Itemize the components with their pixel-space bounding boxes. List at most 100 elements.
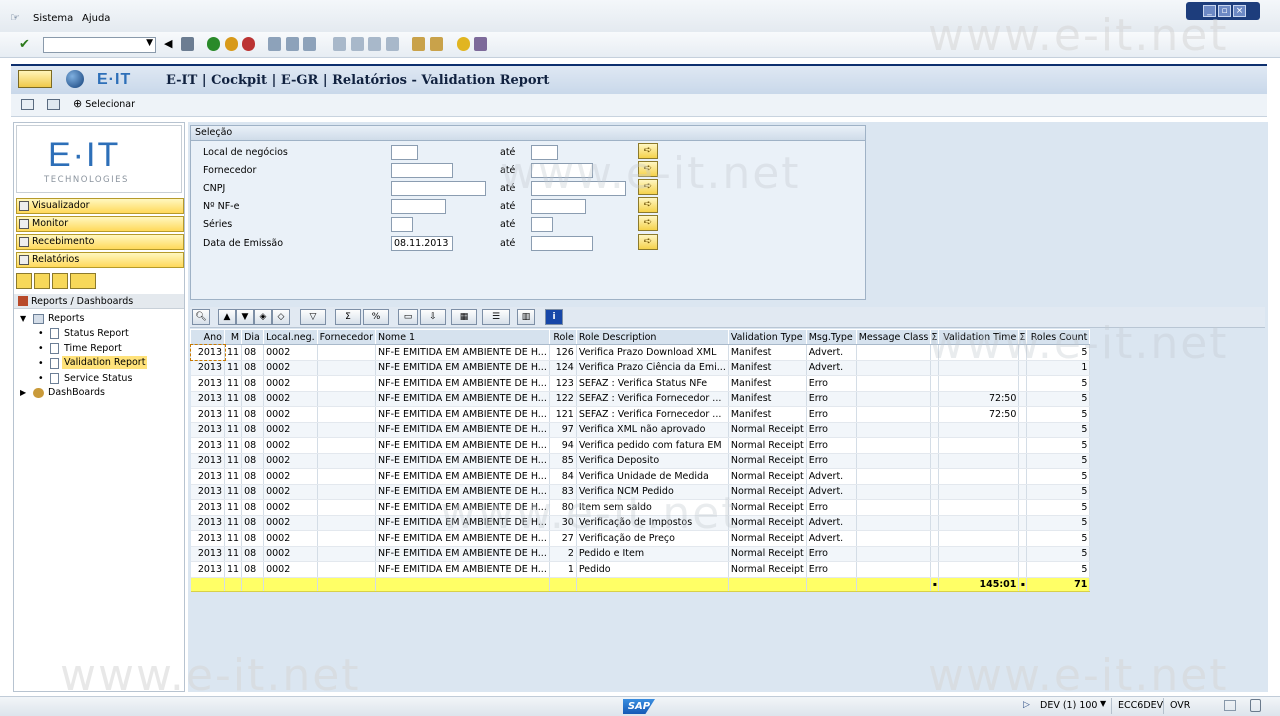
table-row[interactable]: 2013 11 08 0002 NF-E EMITIDA EM AMBIENTE DE … [190,453,1091,469]
table-cell[interactable] [317,391,377,407]
table-cell[interactable]: 08 [241,546,265,562]
menu-icon[interactable]: ☞ [10,11,20,24]
next-page-icon[interactable] [368,37,381,51]
table-cell[interactable]: 5 [1026,484,1091,500]
table-cell[interactable]: 0002 [263,360,318,376]
table-cell[interactable]: NF-E EMITIDA EM AMBIENTE DE H... [375,391,550,407]
table-cell[interactable] [938,468,1020,485]
insert-mode[interactable]: OVR [1170,700,1190,711]
table-row[interactable]: 2013 11 08 0002 NF-E EMITIDA EM AMBIENTE DE … [190,437,1091,454]
table-cell[interactable]: 08 [241,375,265,392]
table-cell[interactable]: 0002 [263,546,318,562]
table-cell[interactable] [856,360,932,376]
info-icon[interactable]: i [545,309,563,325]
table-cell[interactable]: Manifest [728,391,807,407]
command-field[interactable]: ▼ [43,37,156,53]
table-cell[interactable] [938,484,1020,500]
table-cell[interactable]: 11 [224,344,243,361]
table-cell[interactable] [1018,468,1028,485]
table-cell[interactable]: 2013 [190,437,225,454]
table-cell[interactable]: 0002 [263,422,318,438]
new-session-icon[interactable] [412,37,425,51]
previous-page-icon[interactable] [351,37,364,51]
tree-item-status-report[interactable]: Status Report [64,328,129,339]
series-from-input[interactable] [391,217,413,232]
table-cell[interactable]: Verifica XML não aprovado [576,422,729,438]
details-icon[interactable]: 🔍︎ [192,309,210,325]
table-cell[interactable]: NF-E EMITIDA EM AMBIENTE DE H... [375,437,550,454]
table-cell[interactable]: 0002 [263,375,318,392]
multiple-selection-arrow-icon[interactable]: ➪ [638,197,658,213]
table-cell[interactable]: Erro [806,561,857,578]
nfe-number-from-input[interactable] [391,199,446,214]
table-cell[interactable] [856,406,932,423]
collapse-all-icon[interactable] [34,273,50,289]
find-next-icon[interactable]: ◇ [272,309,290,325]
enter-check-icon[interactable]: ✔ [19,37,30,52]
tree-item-time-report[interactable]: Time Report [64,343,122,354]
column-header[interactable]: Message Class [855,329,932,345]
table-cell[interactable] [317,344,377,361]
table-cell[interactable] [930,515,940,531]
cnpj-from-input[interactable] [391,181,486,196]
table-cell[interactable]: 85 [549,453,577,469]
table-cell[interactable]: Normal Receipt [728,422,807,438]
table-cell[interactable] [938,499,1020,516]
table-cell[interactable] [938,546,1020,562]
table-cell[interactable] [938,561,1020,578]
table-cell[interactable]: 11 [224,391,243,407]
table-cell[interactable]: 2013 [190,406,225,423]
table-cell[interactable]: 11 [224,375,243,392]
column-header[interactable]: Msg.Type [805,329,857,345]
table-cell[interactable]: 0002 [263,499,318,516]
column-header[interactable]: Dia [241,329,265,345]
table-cell[interactable]: 5 [1026,453,1091,469]
table-cell[interactable]: 11 [224,530,243,547]
table-cell[interactable] [856,515,932,531]
table-cell[interactable] [856,546,932,562]
table-cell[interactable]: 2013 [190,453,225,469]
system-info[interactable]: DEV (1) 100 [1040,700,1097,711]
table-cell[interactable] [856,499,932,516]
tree-item-service-status[interactable]: Service Status [64,373,132,384]
table-cell[interactable]: 11 [224,546,243,562]
table-cell[interactable]: Manifest [728,344,807,361]
cancel-icon[interactable] [242,37,255,51]
table-cell[interactable]: NF-E EMITIDA EM AMBIENTE DE H... [375,360,550,376]
table-cell[interactable]: 08 [241,515,265,531]
table-cell[interactable] [938,530,1020,547]
table-cell[interactable]: NF-E EMITIDA EM AMBIENTE DE H... [375,375,550,392]
table-cell[interactable]: NF-E EMITIDA EM AMBIENTE DE H... [375,406,550,423]
table-cell[interactable]: 5 [1026,375,1091,392]
table-cell[interactable]: Verifica Unidade de Medida [576,468,729,485]
table-cell[interactable] [938,422,1020,438]
table-cell[interactable]: Verifica Deposito [576,453,729,469]
variant-icon[interactable] [47,99,60,110]
table-cell[interactable]: Normal Receipt [728,468,807,485]
series-to-input[interactable] [531,217,553,232]
table-cell[interactable] [1018,515,1028,531]
table-cell[interactable] [856,422,932,438]
table-cell[interactable]: 2 [549,546,577,562]
tree-node-dashboards[interactable]: DashBoards [48,387,105,398]
exit-icon[interactable] [225,37,238,51]
table-cell[interactable] [856,437,932,454]
table-cell[interactable] [856,530,932,547]
table-cell[interactable] [317,561,377,578]
table-cell[interactable]: 94 [549,437,577,454]
table-cell[interactable]: 0002 [263,453,318,469]
business-place-from-input[interactable] [391,145,418,160]
table-cell[interactable]: 2013 [189,343,226,361]
table-cell[interactable]: 5 [1026,499,1091,516]
table-cell[interactable]: 08 [241,437,265,454]
table-row[interactable]: 2013 11 08 0002 NF-E EMITIDA EM AMBIENTE DE … [190,391,1091,407]
table-cell[interactable]: 0002 [263,530,318,547]
chevron-left-icon[interactable]: ◀ [164,37,172,50]
table-cell[interactable] [938,515,1020,531]
table-cell[interactable]: Manifest [728,375,807,392]
table-cell[interactable]: 2013 [190,360,225,376]
table-cell[interactable]: 5 [1026,561,1091,578]
table-cell[interactable]: 5 [1026,468,1091,485]
table-cell[interactable]: 5 [1026,406,1091,423]
table-layout-icon[interactable] [70,273,96,289]
